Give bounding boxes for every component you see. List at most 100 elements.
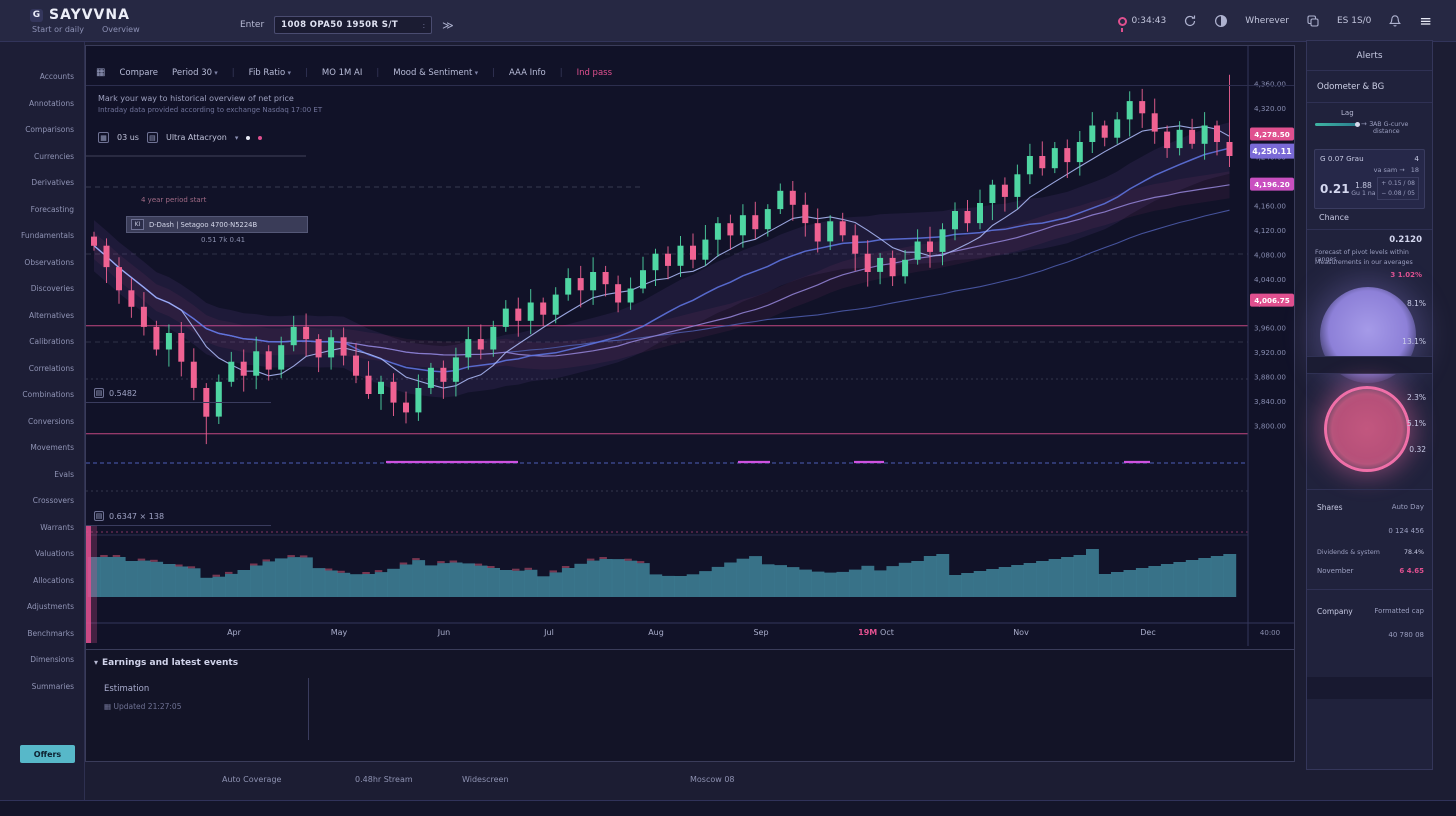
svg-text:Apr: Apr [227, 628, 242, 637]
shares-header: Shares [1317, 503, 1343, 512]
indicator2-value: 0.6347 × 138 [109, 512, 164, 521]
shares-row2-value: 78.4% [1404, 549, 1424, 556]
timeframe-icon[interactable]: ▦ [98, 132, 109, 143]
bell-icon[interactable] [1388, 14, 1402, 28]
sidebar-item[interactable]: Dimensions [0, 647, 84, 674]
svg-text:4,120.00: 4,120.00 [1254, 226, 1286, 235]
sidebar-item[interactable]: Crossovers [0, 488, 84, 515]
svg-text:3,880.00: 3,880.00 [1254, 373, 1286, 382]
sidebar-item[interactable]: Currencies [0, 144, 84, 171]
chart-toolbar-items: Compare Period 30 ▾ | Fib Ratio ▾ | MO 1M AI |… [119, 68, 612, 78]
company-row1: 40 780 08 [1388, 631, 1424, 639]
sidebar-item[interactable]: Warrants [0, 515, 84, 542]
logo-group: G SAYVVNA Start or daily Overview [30, 7, 140, 34]
lag-note: AB G-curve distance [1373, 121, 1428, 135]
card-row1-label: va sam → [1374, 166, 1405, 174]
ratio-indicator: ES 1S/0 [1337, 16, 1371, 26]
study-value[interactable]: Ultra Attacryon [166, 133, 227, 142]
footer-link[interactable]: Widescreen [462, 775, 509, 784]
toolbar-separator: | [305, 68, 308, 78]
svg-text:3,800.00: 3,800.00 [1254, 421, 1286, 430]
chart-legend: ▦ 03 us ▤ Ultra Attacryon ▾ [98, 132, 262, 143]
sidebar-item[interactable]: Alternatives [0, 303, 84, 330]
pink-gauge-value3: 0.32 [1409, 445, 1426, 454]
svg-text:4,320.00: 4,320.00 [1254, 104, 1286, 113]
pink-gauge[interactable] [1324, 386, 1410, 472]
svg-text:4,278.50: 4,278.50 [1254, 130, 1289, 139]
events-updated: ▦ Updated 21:27:05 [104, 702, 181, 711]
indicator-pane1-label[interactable]: ▤ 0.5482 [94, 388, 137, 398]
card-row1-value: 18 [1411, 166, 1419, 174]
toolbar-item[interactable]: Fib Ratio ▾ [249, 68, 291, 78]
svg-text:19M Oct: 19M Oct [858, 628, 894, 637]
indicator-pane2-label[interactable]: ▤ 0.6347 × 138 [94, 511, 164, 521]
sidebar-item[interactable]: Movements [0, 435, 84, 462]
menu-icon[interactable]: ≡ [1419, 12, 1432, 30]
pin-icon [1118, 17, 1127, 26]
contrast-icon[interactable] [1214, 14, 1228, 28]
events-estimation-label: Estimation [104, 684, 149, 694]
shares-row3-label: November [1317, 567, 1353, 575]
sidebar-item[interactable]: Discoveries [0, 276, 84, 303]
sidebar-item[interactable]: Combinations [0, 382, 84, 409]
panel-strip [1307, 356, 1432, 374]
timeframe-value[interactable]: 03 us [117, 133, 139, 142]
sidebar-item[interactable]: Allocations [0, 568, 84, 595]
sidebar-item[interactable]: Correlations [0, 356, 84, 383]
tooltip-values: 0.51 7k 0.41 [201, 236, 245, 244]
svg-text:May: May [331, 628, 348, 637]
refresh-icon[interactable] [1183, 14, 1197, 28]
footer-link[interactable]: Moscow 08 [690, 775, 735, 784]
toolbar-item[interactable]: Mood & Sentiment ▾ [393, 68, 478, 78]
sidebar-item[interactable]: Fundamentals [0, 223, 84, 250]
sidebar-item[interactable]: Benchmarks [0, 621, 84, 648]
forecast-value: 0.2120 [1389, 235, 1422, 245]
chart-tooltip: KI D-Dash | Setagoo 4700·N5224B [126, 216, 308, 233]
symbol-dropdown-icon[interactable]: : [422, 21, 425, 30]
toolbar-separator: | [376, 68, 379, 78]
panel-dark-bar [1307, 677, 1432, 699]
footer-link[interactable]: Auto Coverage [222, 775, 281, 784]
toolbar-separator: | [560, 68, 563, 78]
sidebar-item[interactable]: Conversions [0, 409, 84, 436]
chevron-down-icon: ▾ [285, 69, 291, 77]
app-logo[interactable]: SAYVVNA [49, 7, 130, 23]
sidebar-item[interactable]: Valuations [0, 541, 84, 568]
lag-label: Lag [1341, 109, 1354, 117]
right-panel-title: Alerts [1307, 41, 1432, 71]
sidebar-item[interactable]: Accounts [0, 64, 84, 91]
sidebar-item[interactable]: Derivatives [0, 170, 84, 197]
sidebar-item[interactable]: Observations [0, 250, 84, 277]
toolbar-separator: | [232, 68, 235, 78]
toolbar-item[interactable]: Compare [119, 68, 158, 78]
symbol-search-input[interactable]: 1008 OPA50 1950R S/T : [274, 16, 432, 34]
nav-link-start[interactable]: Start or daily [32, 25, 84, 34]
sidebar-item[interactable]: Annotations [0, 91, 84, 118]
toolbar-item[interactable]: Period 30 ▾ [172, 68, 218, 78]
nav-link-overview[interactable]: Overview [102, 25, 140, 34]
account-name[interactable]: Wherever [1245, 16, 1289, 26]
legend-caret-icon[interactable]: ▾ [235, 134, 239, 142]
price-chart[interactable]: 3,800.003,840.003,880.003,920.003,960.00… [86, 46, 1294, 646]
sidebar-item[interactable]: Comparisons [0, 117, 84, 144]
sidebar-item[interactable]: Evals [0, 462, 84, 489]
toolbar-item[interactable]: AAA Info [509, 68, 546, 78]
copy-icon[interactable] [1306, 14, 1320, 28]
footer-link[interactable]: 0.48hr Stream [355, 775, 413, 784]
right-panel-section-header[interactable]: Odometer & BG [1307, 71, 1432, 103]
card-big-value: 0.21 [1320, 182, 1350, 196]
legend-dot-pink [258, 136, 262, 140]
chevron-double-icon[interactable]: ≫ [442, 19, 454, 32]
sidebar-item[interactable]: Summaries [0, 674, 84, 701]
sidebar-item[interactable]: Calibrations [0, 329, 84, 356]
toolbar-item[interactable]: MO 1M AI [322, 68, 363, 78]
study-icon[interactable]: ▤ [147, 132, 158, 143]
offers-button[interactable]: Offers [20, 745, 75, 763]
toolbar-item[interactable]: Ind pass [577, 68, 612, 78]
events-header[interactable]: ▾Earnings and latest events [94, 658, 238, 668]
collapse-caret-icon[interactable]: ▾ [94, 658, 98, 667]
calendar-icon: ▦ [104, 702, 111, 711]
svg-text:40:00: 40:00 [1260, 629, 1280, 637]
sidebar-item[interactable]: Forecasting [0, 197, 84, 224]
sidebar-item[interactable]: Adjustments [0, 594, 84, 621]
